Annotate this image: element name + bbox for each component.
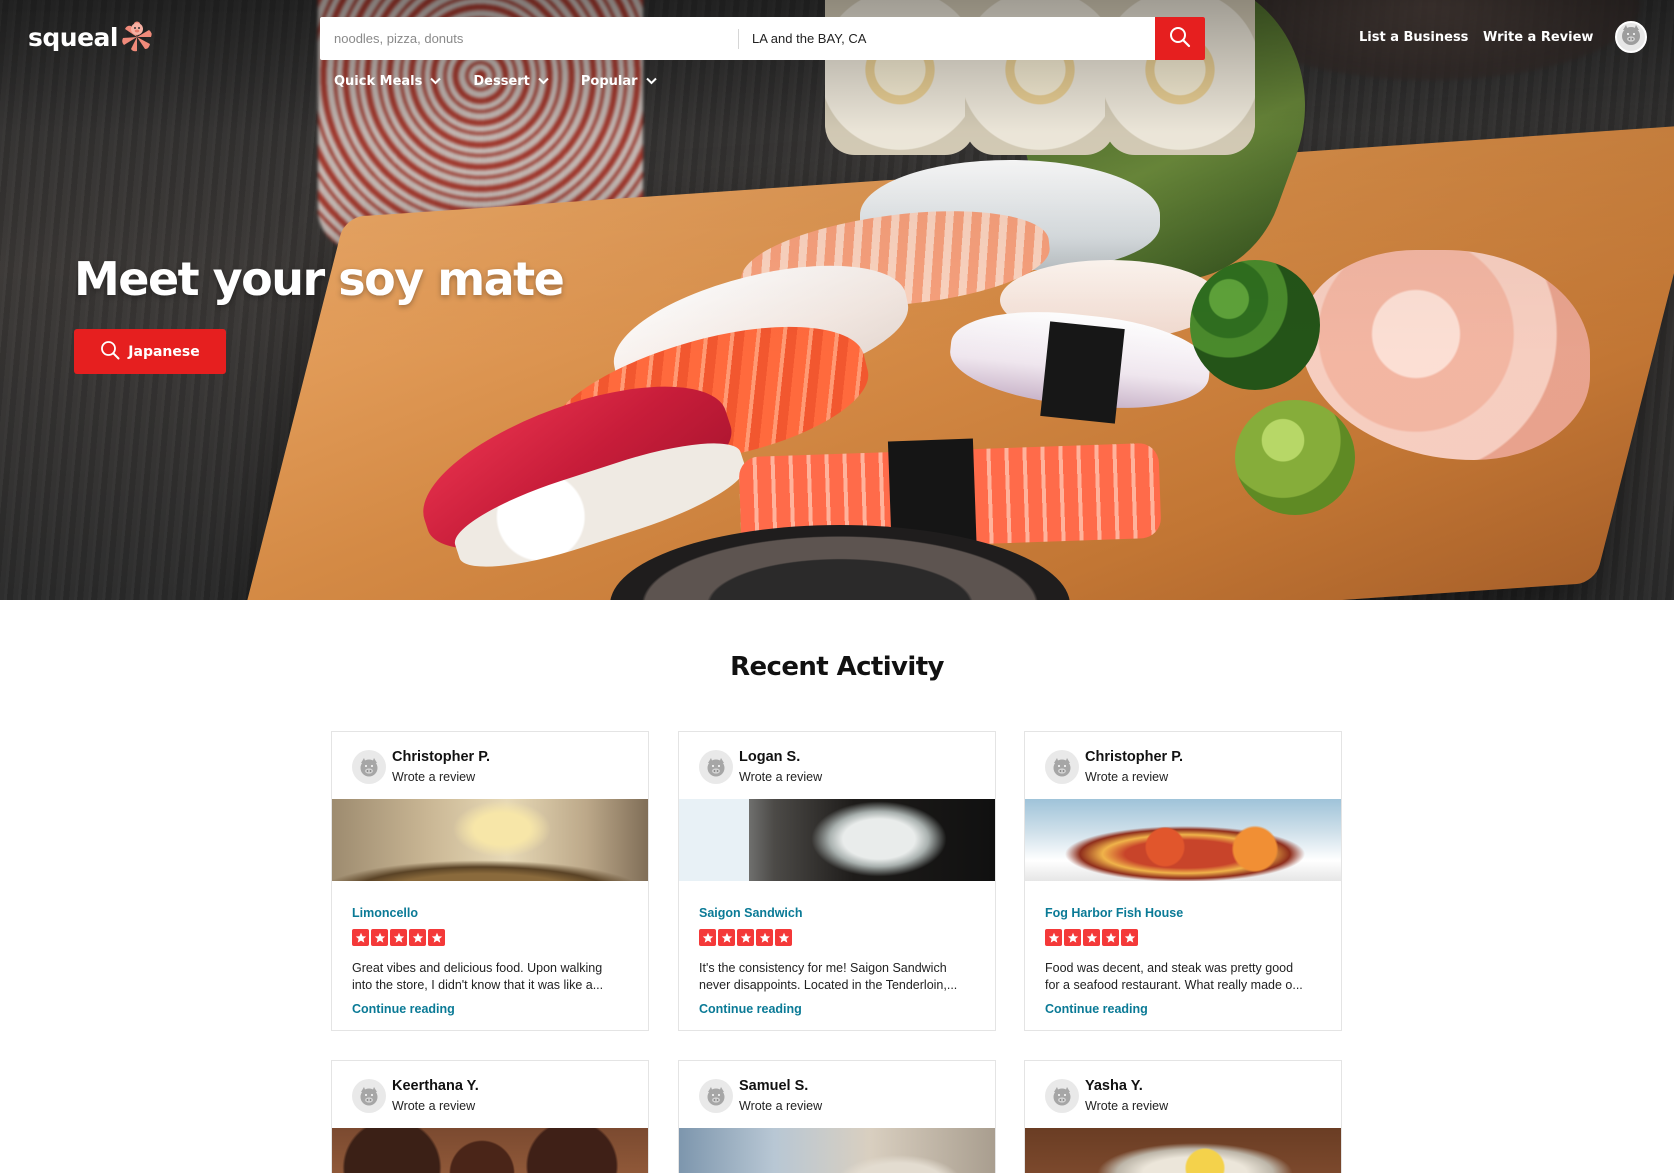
- search-find-input[interactable]: [320, 17, 738, 60]
- star-icon: [1045, 929, 1062, 946]
- star-rating: [699, 929, 792, 946]
- star-icon: [352, 929, 369, 946]
- recent-activity-title: Recent Activity: [730, 652, 944, 682]
- star-icon: [699, 929, 716, 946]
- star-icon: [1083, 929, 1100, 946]
- card-food-photo[interactable]: [332, 1128, 648, 1173]
- pig-avatar-icon: [1045, 750, 1079, 784]
- review-excerpt-line: Great vibes and delicious food. Upon wal…: [352, 961, 603, 975]
- hero-japanese-button[interactable]: Japanese: [74, 329, 226, 374]
- list-business-link[interactable]: List a Business: [1359, 30, 1468, 45]
- review-excerpt-line: into the store, I didn't know that it wa…: [352, 978, 604, 992]
- activity-card: Christopher P. Wrote a review Fog Harbor…: [1024, 731, 1342, 1031]
- card-username[interactable]: Logan S.: [739, 747, 822, 767]
- card-action: Wrote a review: [739, 1099, 823, 1113]
- card-header: Samuel S. Wrote a review: [699, 1076, 822, 1116]
- card-business-link[interactable]: Fog Harbor Fish House: [1045, 906, 1183, 920]
- category-subnav: Quick Meals Dessert Popular: [334, 74, 657, 89]
- card-food-photo[interactable]: [679, 799, 995, 881]
- card-food-photo[interactable]: [679, 1128, 995, 1173]
- star-icon: [428, 929, 445, 946]
- star-icon: [737, 929, 754, 946]
- pig-logo-icon: [120, 20, 154, 54]
- review-excerpt-line: for a seafood restaurant. What really ma…: [1045, 978, 1303, 992]
- card-header: Logan S. Wrote a review: [699, 747, 822, 787]
- card-food-photo[interactable]: [1025, 799, 1341, 881]
- card-business-link[interactable]: Limoncello: [352, 906, 418, 920]
- user-avatar-button[interactable]: [1615, 21, 1647, 53]
- star-icon: [1102, 929, 1119, 946]
- pig-avatar-icon: [1618, 23, 1644, 51]
- brand-logo[interactable]: squeal: [28, 20, 154, 54]
- continue-reading-link[interactable]: Continue reading: [699, 1002, 802, 1016]
- star-icon: [718, 929, 735, 946]
- write-review-link[interactable]: Write a Review: [1483, 30, 1593, 45]
- subnav-label: Popular: [580, 74, 638, 89]
- search-submit-button[interactable]: [1155, 17, 1205, 60]
- search-icon: [100, 340, 120, 364]
- card-action: Wrote a review: [739, 770, 823, 784]
- star-icon: [1121, 929, 1138, 946]
- card-username[interactable]: Christopher P.: [392, 747, 490, 767]
- subnav-label: Quick Meals: [334, 74, 423, 89]
- card-action: Wrote a review: [392, 770, 476, 784]
- activity-card: Logan S. Wrote a review Saigon Sandwich …: [678, 731, 996, 1031]
- search-location-input[interactable]: [739, 17, 1155, 60]
- top-navbar: squeal noodles, pizza, donuts LA and the…: [0, 0, 1674, 110]
- card-header: Yasha Y. Wrote a review: [1045, 1076, 1168, 1116]
- card-action: Wrote a review: [392, 1099, 476, 1113]
- hero-cta-label: Japanese: [128, 343, 200, 360]
- card-business-link[interactable]: Saigon Sandwich: [699, 906, 803, 920]
- review-excerpt-line: never disappoints. Located in the Tender…: [699, 978, 958, 992]
- subnav-label: Dessert: [473, 74, 530, 89]
- pig-avatar-icon: [699, 1079, 733, 1113]
- review-excerpt: Food was decent, and steak was pretty go…: [1045, 960, 1327, 994]
- activity-card: Keerthana Y. Wrote a review: [331, 1060, 649, 1173]
- chevron-down-icon: [430, 74, 442, 89]
- logo-wordmark: squeal: [28, 22, 118, 52]
- card-action: Wrote a review: [1085, 1099, 1169, 1113]
- hero-title: Meet your soy mate: [74, 252, 565, 306]
- activity-card: Christopher P. Wrote a review Limoncello…: [331, 731, 649, 1031]
- search-icon: [1169, 26, 1191, 51]
- pig-avatar-icon: [699, 750, 733, 784]
- card-action: Wrote a review: [1085, 770, 1169, 784]
- pig-avatar-icon: [352, 1079, 386, 1113]
- star-icon: [756, 929, 773, 946]
- card-header: Christopher P. Wrote a review: [352, 747, 490, 787]
- card-food-photo[interactable]: [1025, 1128, 1341, 1173]
- pig-avatar-icon: [1045, 1079, 1079, 1113]
- card-header: Christopher P. Wrote a review: [1045, 747, 1183, 787]
- star-icon: [371, 929, 388, 946]
- activity-card: Yasha Y. Wrote a review: [1024, 1060, 1342, 1173]
- search-bar: [320, 17, 1205, 60]
- continue-reading-link[interactable]: Continue reading: [352, 1002, 455, 1016]
- chevron-down-icon: [538, 74, 549, 89]
- star-icon: [409, 929, 426, 946]
- star-icon: [1064, 929, 1081, 946]
- subnav-dessert[interactable]: Dessert: [473, 74, 549, 89]
- star-icon: [775, 929, 792, 946]
- card-username[interactable]: Keerthana Y.: [392, 1076, 479, 1096]
- activity-card: Samuel S. Wrote a review: [678, 1060, 996, 1173]
- review-excerpt: It's the consistency for me! Saigon Sand…: [699, 960, 981, 994]
- star-rating: [1045, 929, 1138, 946]
- review-excerpt-line: It's the consistency for me! Saigon Sand…: [699, 961, 947, 975]
- review-excerpt: Great vibes and delicious food. Upon wal…: [352, 960, 634, 994]
- card-header: Keerthana Y. Wrote a review: [352, 1076, 479, 1116]
- card-food-photo[interactable]: [332, 799, 648, 881]
- card-username[interactable]: Yasha Y.: [1085, 1076, 1168, 1096]
- subnav-popular[interactable]: Popular: [581, 74, 657, 89]
- card-username[interactable]: Christopher P.: [1085, 747, 1183, 767]
- star-icon: [390, 929, 407, 946]
- card-username[interactable]: Samuel S.: [739, 1076, 822, 1096]
- subnav-quick-meals[interactable]: Quick Meals: [334, 74, 442, 89]
- continue-reading-link[interactable]: Continue reading: [1045, 1002, 1148, 1016]
- chevron-down-icon: [645, 74, 657, 89]
- pig-avatar-icon: [352, 750, 386, 784]
- star-rating: [352, 929, 445, 946]
- review-excerpt-line: Food was decent, and steak was pretty go…: [1045, 961, 1294, 975]
